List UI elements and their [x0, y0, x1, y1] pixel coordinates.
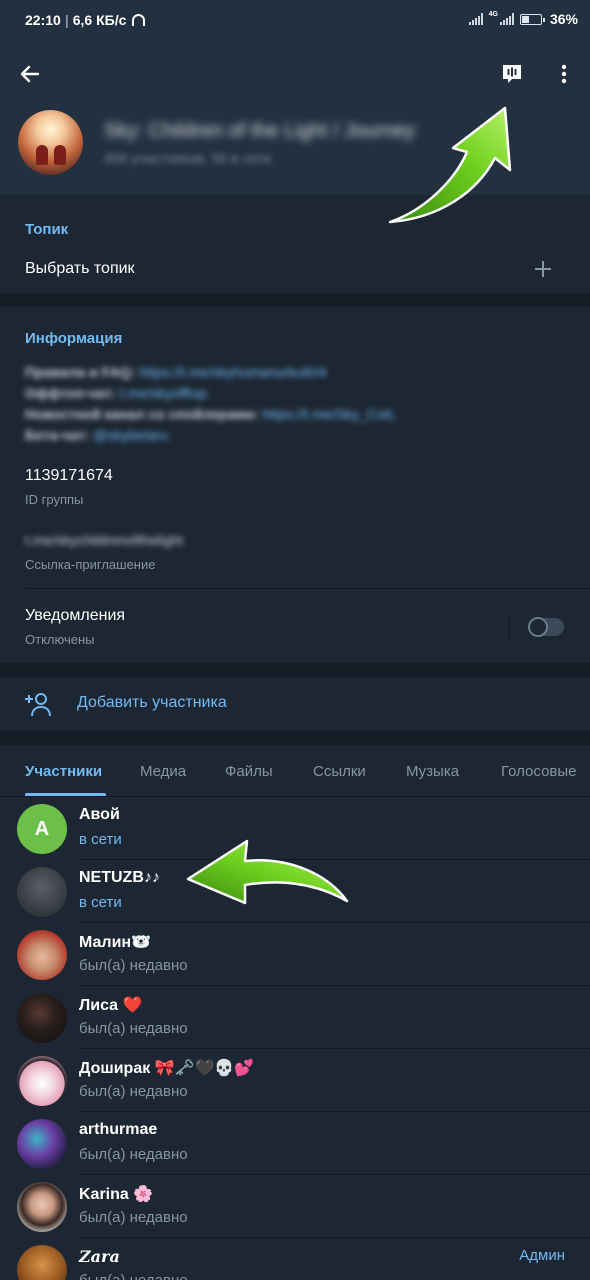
tab-files[interactable]: Файлы — [225, 763, 273, 780]
section-divider — [0, 663, 590, 677]
avatar — [17, 993, 67, 1043]
list-item[interactable]: Доширак 🎀🗝️🖤💀💕 был(а) недавно — [0, 1049, 590, 1112]
member-name: Доширак 🎀🗝️🖤💀💕 — [79, 1060, 255, 1077]
avatar — [17, 1182, 67, 1232]
active-tab-indicator — [25, 793, 106, 796]
member-status: был(а) недавно — [79, 1272, 188, 1280]
info-line: Правила и FAQ: https://t.me/skyhumanurku… — [25, 364, 327, 380]
add-member-label: Добавить участника — [77, 694, 227, 711]
more-menu-icon[interactable] — [552, 62, 576, 86]
group-id-value[interactable]: 1139171674 — [25, 467, 113, 485]
member-status: был(а) недавно — [79, 1020, 188, 1037]
member-status: был(а) недавно — [79, 1209, 188, 1226]
status-left: 22:10 | 6,6 КБ/с — [25, 12, 146, 28]
info-line: Оффтоп-чат: t.me/skyofftop — [25, 385, 207, 401]
tab-members[interactable]: Участники — [25, 763, 102, 780]
member-name: NETUZB♪♪ — [79, 869, 160, 886]
info-line: Бета-чат: @skybetaru — [25, 427, 169, 443]
notifications-label[interactable]: Уведомления — [25, 607, 125, 625]
status-speed: 6,6 КБ/с — [72, 12, 127, 28]
status-bar: 22:10 | 6,6 КБ/с 4G 36% — [0, 0, 590, 40]
battery-icon — [519, 13, 545, 25]
annotation-arrow-left-icon — [186, 839, 349, 905]
list-item[interactable]: Karina 🌸 был(а) недавно — [0, 1175, 590, 1238]
avatar — [17, 1245, 67, 1280]
group-title: Sky: Children of the Light / Journey — [104, 120, 416, 142]
info-line: Новостной канал со спойлерами: https://t… — [25, 406, 397, 422]
member-status: в сети — [79, 894, 122, 911]
member-status: был(а) недавно — [79, 1083, 188, 1100]
status-time: 22:10 — [25, 12, 61, 28]
member-status: был(а) недавно — [79, 1146, 188, 1163]
add-member-row[interactable]: Добавить участника — [0, 677, 590, 731]
section-divider — [0, 731, 590, 745]
member-name: Zara — [79, 1247, 120, 1266]
tab-voice[interactable]: Голосовые — [501, 763, 577, 780]
notifications-toggle[interactable] — [528, 617, 564, 637]
admin-badge: Админ — [519, 1247, 565, 1264]
back-arrow-icon[interactable] — [18, 62, 42, 86]
section-divider — [0, 293, 590, 307]
tab-media[interactable]: Медиа — [140, 763, 186, 780]
member-name: Авой — [79, 806, 120, 823]
list-item[interactable]: arthurmae был(а) недавно — [0, 1112, 590, 1175]
voice-chat-icon[interactable] — [500, 62, 524, 86]
choose-topic-label[interactable]: Выбрать топик — [25, 260, 135, 278]
avatar — [17, 1119, 67, 1169]
avatar: A — [17, 804, 67, 854]
avatar — [17, 867, 67, 917]
info-section: Информация Правила и FAQ: https://t.me/s… — [0, 307, 590, 663]
signal-icon-2 — [499, 13, 514, 25]
info-section-title: Информация — [25, 330, 123, 347]
invite-link-value[interactable]: t.me/skychildrenofthelight — [25, 532, 183, 548]
member-name: Лиса ❤️ — [79, 997, 143, 1014]
tab-music[interactable]: Музыка — [406, 763, 459, 780]
list-item[interactable]: Лиса ❤️ был(а) недавно — [0, 986, 590, 1049]
tab-links[interactable]: Ссылки — [313, 763, 366, 780]
group-avatar[interactable] — [18, 110, 83, 175]
member-status: в сети — [79, 831, 122, 848]
media-tabs: Участники Медиа Файлы Ссылки Музыка Голо… — [0, 745, 590, 797]
list-item[interactable]: Zara был(а) недавно Админ — [0, 1238, 590, 1280]
signal-icon — [468, 13, 483, 25]
add-user-icon — [25, 693, 51, 717]
avatar — [17, 1056, 67, 1106]
member-name: Малин🐻‍❄️ — [79, 934, 152, 951]
add-topic-icon[interactable] — [534, 260, 552, 278]
list-item[interactable]: Малин🐻‍❄️ был(а) недавно — [0, 923, 590, 986]
status-right: 4G 36% — [468, 11, 578, 27]
invite-link-label: Ссылка-приглашение — [25, 557, 156, 572]
member-status: был(а) недавно — [79, 957, 188, 974]
network-type: 4G — [488, 11, 498, 18]
annotation-arrow-up-icon — [388, 106, 512, 224]
member-name: arthurmae — [79, 1121, 158, 1138]
battery-percent: 36% — [549, 11, 578, 27]
topic-section-title: Топик — [25, 221, 69, 238]
notifications-state: Отключены — [25, 632, 95, 647]
headphones-icon — [132, 14, 146, 26]
avatar — [17, 930, 67, 980]
member-name: Karina 🌸 — [79, 1186, 154, 1203]
group-id-label: ID группы — [25, 492, 84, 507]
group-subtitle: 456 участников, 56 в сети — [104, 150, 271, 166]
